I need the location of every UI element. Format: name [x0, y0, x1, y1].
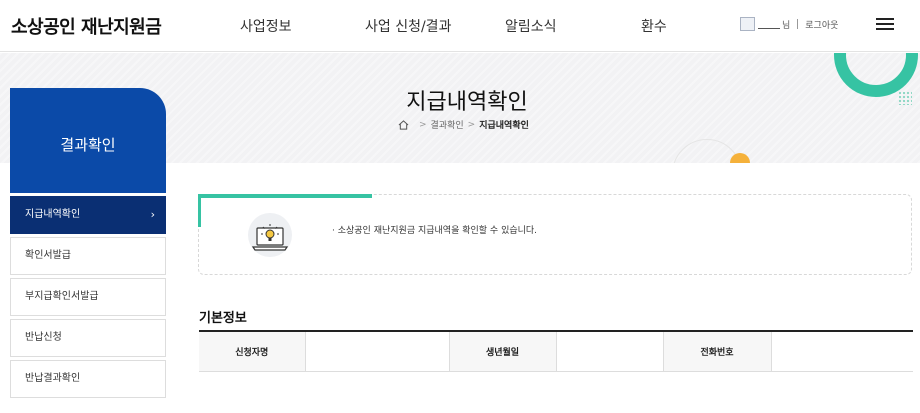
header-phone-number: 전화번호 — [663, 331, 771, 372]
notice-accent-bar-vertical — [198, 194, 201, 227]
breadcrumb: > 결과확인 > 지급내역확인 — [398, 118, 529, 131]
user-card-icon — [740, 17, 755, 31]
section-title-basic-info: 기본정보 — [199, 311, 247, 326]
laptop-lightbulb-icon — [248, 213, 292, 257]
user-suffix: 님 — [782, 20, 791, 31]
nav-refund[interactable]: 환수 — [641, 16, 667, 36]
hamburger-icon — [876, 15, 894, 33]
basic-info-table: 신청자명 생년월일 전화번호 — [199, 330, 913, 372]
notice-accent-bar — [198, 194, 372, 198]
user-name-blank — [758, 20, 780, 29]
nav-notice[interactable]: 알림소식 — [505, 16, 557, 36]
notice-box — [198, 194, 912, 275]
sidebar-item-label: 반납결과확인 — [25, 373, 81, 384]
site-logo[interactable]: 소상공인 재난지원금 — [11, 13, 162, 39]
nav-business-info[interactable]: 사업정보 — [240, 16, 292, 36]
sidebar-item-label: 부지급확인서발급 — [25, 291, 99, 302]
value-applicant-name — [304, 331, 450, 372]
sidebar-item-label: 확인서발급 — [25, 250, 71, 261]
chevron-right-icon: › — [150, 208, 155, 221]
breadcrumb-separator: > — [419, 119, 427, 130]
breadcrumb-current: 지급내역확인 — [479, 121, 529, 131]
menu-button[interactable] — [860, 0, 910, 48]
sidebar-item-label: 반납신청 — [25, 332, 62, 343]
value-birth-date — [555, 331, 664, 372]
sidebar-header: 결과확인 — [10, 88, 166, 193]
table-row: 신청자명 생년월일 전화번호 — [199, 331, 913, 372]
value-phone-number — [770, 331, 913, 372]
sidebar-item-certificate[interactable]: 확인서발급 — [10, 237, 166, 275]
user-area: 님 로그아웃 — [740, 17, 838, 31]
notice-text: · 소상공인 재난지원금 지급내역을 확인할 수 있습니다. — [332, 226, 538, 236]
breadcrumb-item[interactable]: 결과확인 — [431, 118, 464, 131]
sidebar-item-label: 지급내역확인 — [25, 209, 81, 220]
sidebar-item-non-payment-certificate[interactable]: 부지급확인서발급 — [10, 278, 166, 316]
logout-link[interactable]: 로그아웃 — [805, 18, 838, 31]
nav-apply-result[interactable]: 사업 신청/결과 — [365, 16, 451, 36]
divider — [797, 19, 799, 29]
header-applicant-name: 신청자명 — [199, 331, 305, 372]
sidebar-title: 결과확인 — [60, 136, 116, 154]
home-icon[interactable] — [398, 119, 409, 130]
breadcrumb-separator: > — [467, 119, 476, 130]
header-birth-date: 생년월일 — [449, 331, 556, 372]
sidebar-item-return-result[interactable]: 반납결과확인 — [10, 360, 166, 398]
sidebar-item-payment-history[interactable]: 지급내역확인 › — [10, 196, 166, 234]
site-header: 소상공인 재난지원금 사업정보 사업 신청/결과 알림소식 환수 님 로그아웃 — [0, 0, 920, 52]
sidebar-item-return-request[interactable]: 반납신청 — [10, 319, 166, 357]
